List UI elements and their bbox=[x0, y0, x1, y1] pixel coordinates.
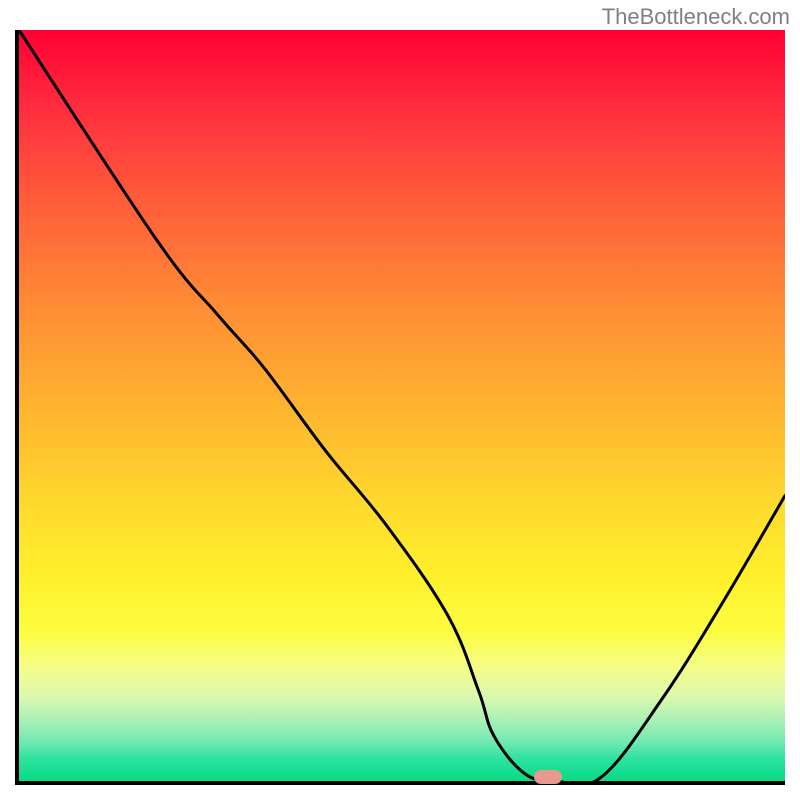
curve-svg bbox=[19, 30, 785, 781]
curve-line bbox=[19, 30, 785, 781]
watermark-text: TheBottleneck.com bbox=[602, 4, 790, 30]
data-marker bbox=[534, 770, 562, 784]
plot-area bbox=[15, 30, 785, 785]
chart-container: TheBottleneck.com bbox=[0, 0, 800, 800]
